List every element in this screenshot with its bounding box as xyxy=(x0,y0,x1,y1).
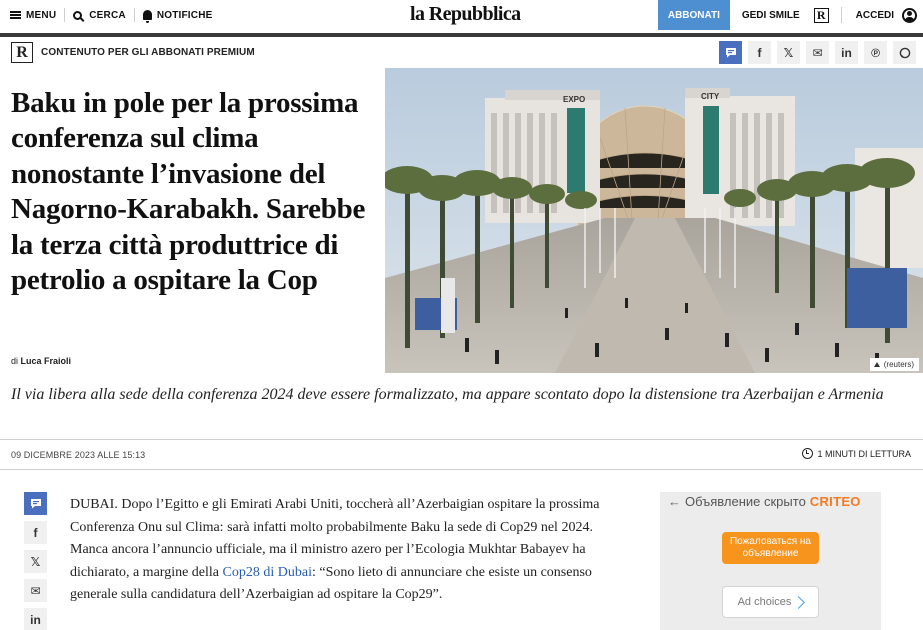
side-comment-button[interactable] xyxy=(24,492,47,515)
photo-credit[interactable]: (reuters) xyxy=(869,358,919,371)
user-icon[interactable] xyxy=(902,7,917,23)
share-toolbar: f 𝕏 ✉ in ℗ xyxy=(719,41,916,64)
side-email-button[interactable]: ✉ xyxy=(24,579,47,602)
cop28-link[interactable]: Cop28 di Dubai xyxy=(223,565,312,580)
ad-choices-icon xyxy=(792,595,806,609)
notifications-label: NOTIFICHE xyxy=(156,9,213,21)
whatsapp-icon xyxy=(899,47,910,58)
notifications-button[interactable]: NOTIFICHE xyxy=(135,0,221,30)
side-facebook-button[interactable]: f xyxy=(24,521,47,544)
x-icon: 𝕏 xyxy=(30,554,41,569)
comment-button[interactable] xyxy=(719,41,742,64)
report-ad-button[interactable]: Пожаловаться на объявление xyxy=(722,532,819,564)
email-icon: ✉ xyxy=(812,45,823,60)
email-icon: ✉ xyxy=(30,583,41,598)
publish-date: 09 DICEMBRE 2023 ALLE 15:13 xyxy=(11,450,146,460)
reading-time: 1 MINUTI DI LETTURA xyxy=(802,448,911,459)
side-share-toolbar: f 𝕏 ✉ in xyxy=(24,492,47,630)
side-linkedin-button[interactable]: in xyxy=(24,608,47,630)
byline-prefix: di xyxy=(11,356,19,366)
premium-label: CONTENUTO PER GLI ABBONATI PREMIUM xyxy=(41,47,255,58)
hamburger-icon xyxy=(10,11,21,19)
nav-divider xyxy=(840,7,842,23)
facebook-icon: f xyxy=(33,525,38,540)
reading-time-text: 1 MINUTI DI LETTURA xyxy=(817,448,911,459)
search-button[interactable]: CERCA xyxy=(65,0,134,30)
meta-divider-bottom xyxy=(0,469,923,470)
menu-label: MENU xyxy=(26,9,57,21)
menu-button[interactable]: MENU xyxy=(10,0,64,30)
expo-city-image: EXPO CITY xyxy=(385,68,923,373)
bell-icon xyxy=(142,10,152,23)
nav-right-group: ABBONATI GEDI SMILE R ACCEDI xyxy=(657,0,923,30)
ad-hidden-text: Объявление скрыто xyxy=(685,494,806,509)
search-label: CERCA xyxy=(89,9,126,21)
article-subheadline: Il via libera alla sede della conferenza… xyxy=(11,386,884,403)
linkedin-icon: in xyxy=(30,612,41,627)
back-arrow-icon[interactable]: ← xyxy=(668,494,681,509)
ad-choices-label: Ad choices xyxy=(737,596,792,608)
pinterest-share-button[interactable]: ℗ xyxy=(864,41,887,64)
x-icon: 𝕏 xyxy=(783,45,794,60)
ad-header: ← Объявление скрыто CRITEO xyxy=(668,494,861,509)
facebook-icon: f xyxy=(757,45,762,60)
clock-icon xyxy=(802,448,814,459)
facebook-share-button[interactable]: f xyxy=(748,41,771,64)
x-share-button[interactable]: 𝕏 xyxy=(777,41,800,64)
expo-sign: EXPO xyxy=(563,95,585,104)
meta-divider-top xyxy=(0,439,923,440)
premium-r-logo: R xyxy=(11,42,33,63)
email-share-button[interactable]: ✉ xyxy=(806,41,829,64)
caret-up-icon xyxy=(873,362,880,367)
criteo-logo: CRITEO xyxy=(809,494,861,509)
comment-icon xyxy=(725,48,736,58)
search-icon xyxy=(73,10,83,20)
article-body: DUBAI. Dopo l’Egitto e gli Emirati Arabi… xyxy=(70,494,610,607)
article-headline: Baku in pole per la prossima conferenza … xyxy=(11,87,366,297)
ad-choices-button[interactable]: Ad choices xyxy=(722,586,819,618)
nav-left-group: MENU CERCA NOTIFICHE xyxy=(10,0,221,30)
linkedin-share-button[interactable]: in xyxy=(835,41,858,64)
r-logo-icon[interactable]: R xyxy=(813,7,829,23)
byline: di Luca Fraioli xyxy=(11,356,71,366)
side-x-button[interactable]: 𝕏 xyxy=(24,550,47,573)
site-logo[interactable]: la Repubblica xyxy=(410,0,521,30)
gedi-smile-link[interactable]: GEDI SMILE xyxy=(742,10,800,21)
login-link[interactable]: ACCEDI xyxy=(856,10,894,21)
city-sign: CITY xyxy=(701,92,720,101)
hero-photo[interactable]: EXPO CITY (reuters) xyxy=(385,68,923,373)
photo-credit-text: (reuters) xyxy=(883,360,914,369)
author-link[interactable]: Luca Fraioli xyxy=(21,356,72,366)
subscribe-button[interactable]: ABBONATI xyxy=(657,0,730,30)
top-navigation: MENU CERCA NOTIFICHE la Repubblica ABBON… xyxy=(0,0,923,30)
whatsapp-share-button[interactable] xyxy=(893,41,916,64)
comment-icon xyxy=(30,499,41,509)
pinterest-icon: ℗ xyxy=(871,45,880,60)
advertisement-slot: ← Объявление скрыто CRITEO Пожаловаться … xyxy=(660,492,881,630)
premium-bar: R CONTENUTO PER GLI ABBONATI PREMIUM f 𝕏… xyxy=(0,37,923,68)
linkedin-icon: in xyxy=(841,45,852,60)
